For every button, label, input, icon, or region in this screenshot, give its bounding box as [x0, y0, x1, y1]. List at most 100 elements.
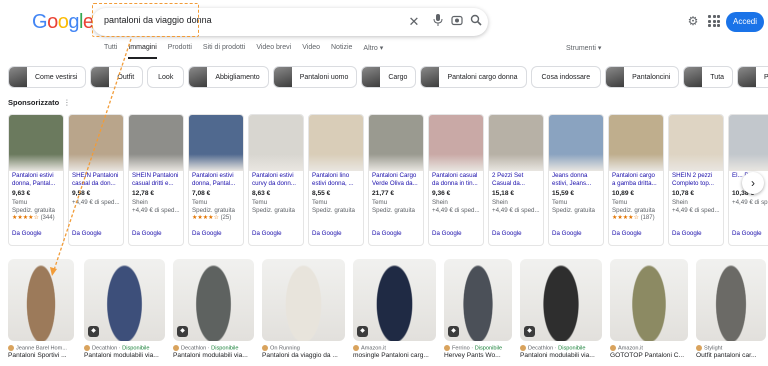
result-title[interactable]: Pantaloni modulabili via...: [520, 352, 602, 359]
image-result[interactable]: ◆ Ferrino · Disponibile Hervey Pants Wo...: [444, 259, 512, 366]
chip[interactable]: Come vestirsi: [8, 66, 87, 88]
result-title[interactable]: Pantaloni modulabili via...: [173, 352, 254, 359]
tab-tutti[interactable]: Tutti: [104, 44, 117, 59]
product-source-link[interactable]: Da Google: [132, 230, 162, 238]
product-image[interactable]: [549, 115, 603, 171]
product-source-link[interactable]: Da Google: [252, 230, 282, 238]
tab-notizie[interactable]: Notizie: [331, 44, 352, 59]
product-card[interactable]: SHEIN Pantaloni casual dritti e... 12,78 …: [128, 114, 184, 246]
product-source-link[interactable]: Da Google: [492, 230, 522, 238]
chip[interactable]: Cargo: [361, 66, 417, 88]
result-title[interactable]: mosingle Pantaloni carg...: [353, 352, 436, 359]
product-title[interactable]: Pantaloni cargo a gamba dritta...: [609, 171, 663, 189]
tools-menu[interactable]: Strumenti ▾: [566, 44, 601, 52]
product-image[interactable]: [189, 115, 243, 171]
result-image[interactable]: ◆: [353, 259, 436, 341]
product-title[interactable]: SHEIN 2 pezzi Completo top...: [669, 171, 723, 189]
product-image[interactable]: [69, 115, 123, 171]
product-card[interactable]: Pantaloni cargo a gamba dritta... 10,89 €…: [608, 114, 664, 246]
image-result[interactable]: ◆ Amazon.it mosingle Pantaloni carg...: [353, 259, 436, 366]
image-result[interactable]: ◆ Decathlon · Disponibile Pantaloni modula…: [173, 259, 254, 366]
result-title[interactable]: Pantaloni da viaggio da ...: [262, 352, 345, 359]
product-source-link[interactable]: Da Google: [192, 230, 222, 238]
product-card[interactable]: Pantaloni estivi donna, Pantal... 7,08 € T…: [188, 114, 244, 246]
product-title[interactable]: 2 Pezzi Set Casual da...: [489, 171, 543, 189]
chip[interactable]: Pantalo: [737, 66, 768, 88]
mic-icon[interactable]: [430, 14, 446, 30]
product-source-link[interactable]: Da Google: [732, 230, 762, 238]
image-result[interactable]: ◆ Decathlon · Disponibile Pantaloni modula…: [84, 259, 165, 366]
chip[interactable]: Pantaloni uomo: [272, 66, 358, 88]
more-options-icon[interactable]: ⋮: [63, 98, 71, 107]
product-title[interactable]: SHEIN Pantaloni casual dritti e...: [129, 171, 183, 189]
chip[interactable]: Pantaloncini: [605, 66, 680, 88]
product-title[interactable]: SHEIN Pantaloni casual da don...: [69, 171, 123, 189]
chip[interactable]: Pantaloni cargo donna: [420, 66, 527, 88]
product-image[interactable]: [129, 115, 183, 171]
chip[interactable]: Cosa indossare: [530, 66, 602, 88]
tab-video[interactable]: Video: [302, 44, 320, 59]
product-title[interactable]: Pantaloni estivi donna, Pantal...: [189, 171, 243, 189]
tab-altro[interactable]: Altro ▾: [363, 44, 383, 59]
product-title[interactable]: Pantaloni lino estivi donna, ...: [309, 171, 363, 189]
product-card[interactable]: Pantaloni Cargo Verde Oliva da... 21,77 €…: [368, 114, 424, 246]
product-source-link[interactable]: Da Google: [432, 230, 462, 238]
signin-button[interactable]: Accedi: [726, 12, 764, 32]
result-image[interactable]: ◆: [520, 259, 602, 341]
product-card[interactable]: SHEIN Pantaloni casual da don... 9,58 € +4…: [68, 114, 124, 246]
gear-icon[interactable]: ⚙: [686, 14, 700, 28]
product-card[interactable]: 2 Pezzi Set Casual da... 15,18 € Shein +4,4…: [488, 114, 544, 246]
image-result[interactable]: On Running Pantaloni da viaggio da ...: [262, 259, 345, 366]
tab-video-brevi[interactable]: Video brevi: [256, 44, 291, 59]
product-card[interactable]: Pantaloni estivi donna, Pantal... 9,63 € T…: [8, 114, 64, 246]
result-title[interactable]: Hervey Pants Wo...: [444, 352, 512, 359]
tab-immagini[interactable]: Immagini: [128, 44, 157, 59]
google-logo[interactable]: Google: [32, 11, 94, 34]
image-result[interactable]: Stylight Outfit pantaloni car...: [696, 259, 766, 366]
chip[interactable]: Tuta: [683, 66, 734, 88]
chip[interactable]: Look: [147, 66, 185, 88]
product-title[interactable]: Pantaloni estivi donna, Pantal...: [9, 171, 63, 189]
product-card[interactable]: SHEIN 2 pezzi Completo top... 10,78 € Shei…: [668, 114, 724, 246]
product-source-link[interactable]: Da Google: [612, 230, 642, 238]
product-card[interactable]: Pantaloni lino estivi donna, ... 8,55 € Te…: [308, 114, 364, 246]
result-title[interactable]: Outfit pantaloni car...: [696, 352, 766, 359]
product-source-link[interactable]: Da Google: [72, 230, 102, 238]
product-card[interactable]: Pantaloni casual da donna in tin... 9,36 …: [428, 114, 484, 246]
product-image[interactable]: [729, 115, 768, 171]
product-card[interactable]: Jeans donna estivi, Jeans... 15,59 € Temu S…: [548, 114, 604, 246]
product-image[interactable]: [309, 115, 363, 171]
result-title[interactable]: GOTOTOP Pantaloni C...: [610, 352, 688, 359]
tab-siti-di-prodotti[interactable]: Siti di prodotti: [203, 44, 245, 59]
result-title[interactable]: Pantaloni modulabili via...: [84, 352, 165, 359]
result-image[interactable]: ◆: [173, 259, 254, 341]
chip[interactable]: Outfit: [90, 66, 144, 88]
result-image[interactable]: [262, 259, 345, 341]
product-title[interactable]: Pantaloni estivi curvy da donn...: [249, 171, 303, 189]
apps-grid-icon[interactable]: [708, 15, 720, 27]
camera-lens-icon[interactable]: [449, 14, 465, 30]
product-title[interactable]: Pantaloni Cargo Verde Oliva da...: [369, 171, 423, 189]
carousel-next-button[interactable]: ›: [742, 172, 764, 194]
result-image[interactable]: ◆: [444, 259, 512, 341]
result-image[interactable]: ◆: [84, 259, 165, 341]
search-icon[interactable]: [468, 14, 484, 30]
product-source-link[interactable]: Da Google: [552, 230, 582, 238]
product-image[interactable]: [609, 115, 663, 171]
product-image[interactable]: [249, 115, 303, 171]
result-image[interactable]: [610, 259, 688, 341]
product-source-link[interactable]: Da Google: [12, 230, 42, 238]
product-source-link[interactable]: Da Google: [672, 230, 702, 238]
image-result[interactable]: Amazon.it GOTOTOP Pantaloni C...: [610, 259, 688, 366]
product-image[interactable]: [429, 115, 483, 171]
chip[interactable]: Abbigliamento: [188, 66, 269, 88]
product-source-link[interactable]: Da Google: [312, 230, 342, 238]
product-image[interactable]: [669, 115, 723, 171]
tab-prodotti[interactable]: Prodotti: [168, 44, 192, 59]
image-result[interactable]: ◆ Decathlon · Disponibile Pantaloni modula…: [520, 259, 602, 366]
product-title[interactable]: Jeans donna estivi, Jeans...: [549, 171, 603, 189]
product-image[interactable]: [369, 115, 423, 171]
clear-icon[interactable]: ✕: [406, 14, 422, 30]
product-card[interactable]: Pantaloni estivi curvy da donn... 8,63 € T…: [248, 114, 304, 246]
result-image[interactable]: [696, 259, 766, 341]
